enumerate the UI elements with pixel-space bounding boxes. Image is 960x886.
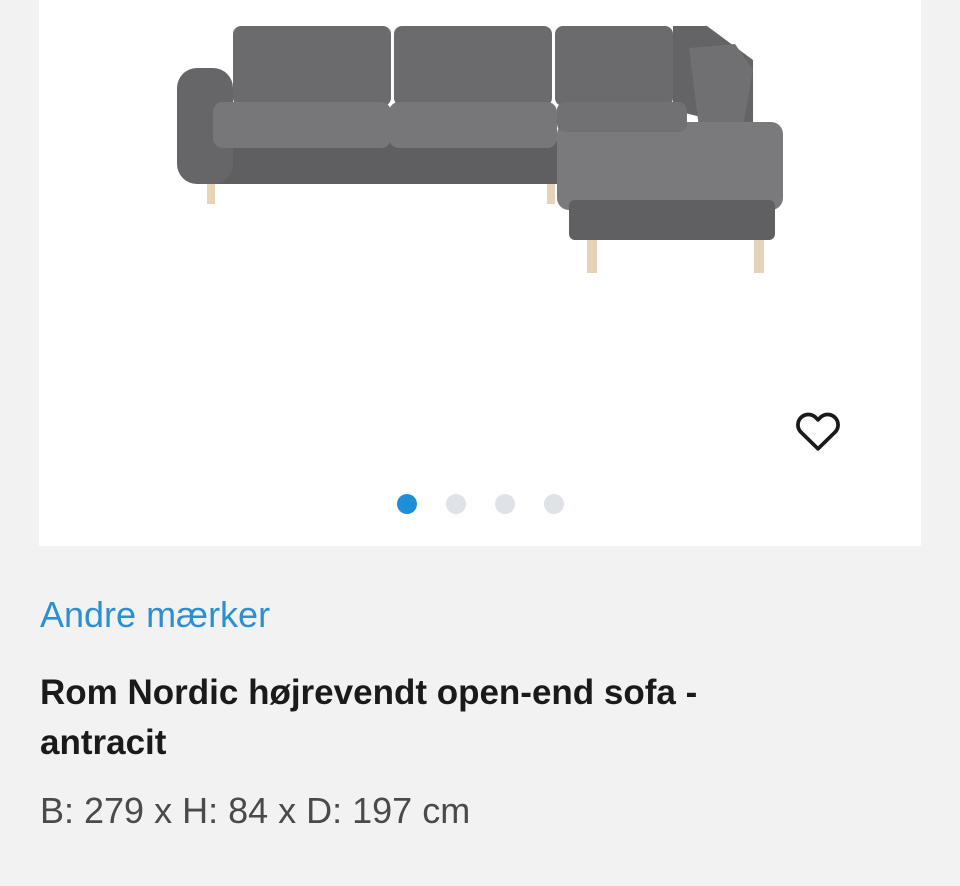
carousel-indicator — [39, 494, 921, 514]
carousel-dot-2[interactable] — [445, 494, 466, 514]
product-dimensions: B: 279 x H: 84 x D: 197 cm — [40, 790, 471, 831]
heart-outline-icon — [796, 412, 840, 451]
favorite-button[interactable] — [791, 404, 845, 454]
carousel-dot-4[interactable] — [543, 494, 564, 514]
product-image-card — [39, 0, 921, 546]
carousel-dot-1[interactable] — [396, 494, 417, 514]
brand-link[interactable]: Andre mærker — [40, 594, 270, 636]
product-image[interactable] — [39, 0, 921, 300]
product-title[interactable]: Rom Nordic højrevendt open-end sofa - an… — [40, 668, 800, 768]
carousel-dot-3[interactable] — [494, 494, 515, 514]
